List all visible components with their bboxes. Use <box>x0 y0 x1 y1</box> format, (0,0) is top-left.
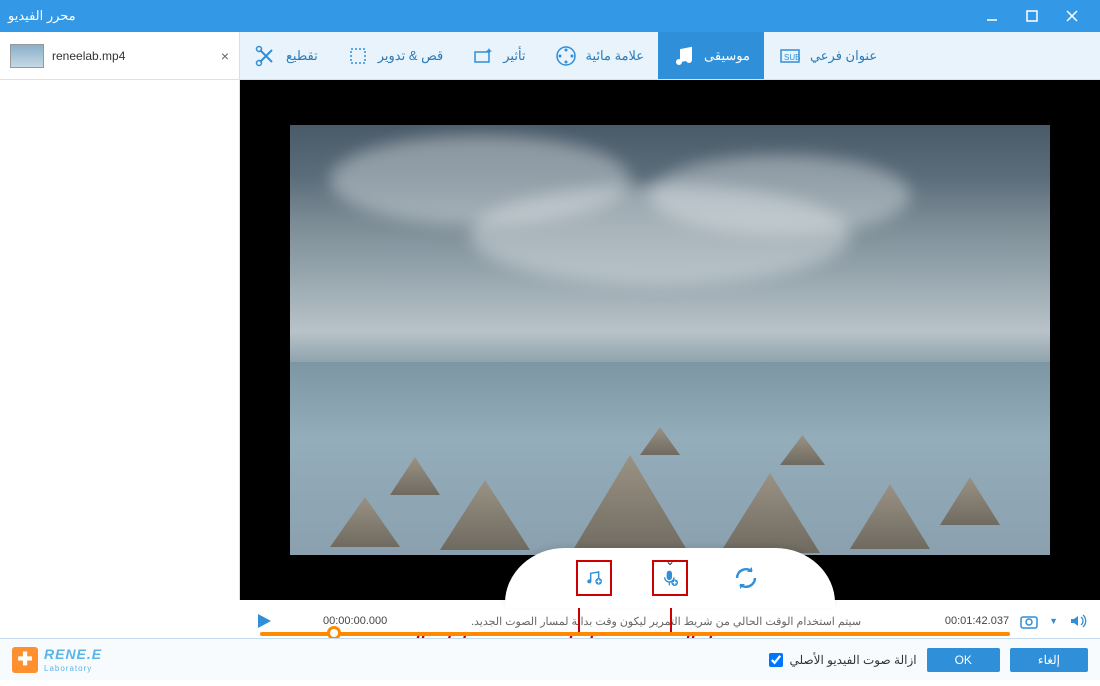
chevron-down-icon: ⌄ <box>665 554 675 568</box>
titlebar: محرر الفيديو <box>0 0 1100 32</box>
svg-text:SUB: SUB <box>784 53 800 62</box>
snapshot-button[interactable] <box>1019 611 1039 631</box>
maximize-button[interactable] <box>1012 0 1052 32</box>
refresh-button[interactable] <box>728 560 764 596</box>
add-music-button[interactable] <box>576 560 612 596</box>
window-title: محرر الفيديو <box>8 8 88 24</box>
main-area: مواد موسيقى ⌄ <box>0 80 1100 600</box>
reel-icon <box>554 44 578 68</box>
tool-music[interactable]: موسيقى <box>658 32 764 79</box>
brand-sub: Laboratory <box>44 664 102 673</box>
sidebar: مواد موسيقى <box>0 80 240 600</box>
file-close-button[interactable]: × <box>221 48 229 64</box>
sparkle-icon <box>471 44 495 68</box>
preview-area: ⌄ <box>240 80 1100 600</box>
tool-crop-rotate[interactable]: قص & تدوير <box>332 32 458 79</box>
remove-original-audio-checkbox[interactable]: ازالة صوت الفيديو الأصلي <box>769 653 916 667</box>
remove-original-audio-input[interactable] <box>769 653 783 667</box>
scissors-icon <box>254 44 278 68</box>
brand-name: RENE.E <box>44 646 102 662</box>
close-button[interactable] <box>1052 0 1092 32</box>
tool-cut[interactable]: تقطيع <box>240 32 332 79</box>
subtitle-icon: SUB <box>778 44 802 68</box>
tool-subtitle[interactable]: SUB عنوان فرعي <box>764 32 891 79</box>
timeline-hint: سيتم استخدام الوقت الحالي من شريط التمري… <box>397 615 935 628</box>
file-thumbnail <box>10 44 44 68</box>
cancel-button[interactable]: إلغاء <box>1010 648 1088 672</box>
tool-watermark[interactable]: علامة مائية <box>540 32 659 79</box>
footer: ✚ RENE.E Laboratory ازالة صوت الفيديو ال… <box>0 638 1100 680</box>
brand-logo: ✚ RENE.E Laboratory <box>12 646 102 673</box>
minimize-button[interactable] <box>972 0 1012 32</box>
logo-icon: ✚ <box>12 647 38 673</box>
tool-effect[interactable]: تأثير <box>457 32 539 79</box>
file-tab[interactable]: reneelab.mp4 × <box>0 32 240 79</box>
music-plus-icon <box>584 563 604 593</box>
crop-icon <box>346 44 370 68</box>
refresh-icon <box>731 563 761 593</box>
record-audio-button[interactable]: ⌄ <box>652 560 688 596</box>
audio-tray: ⌄ <box>505 548 835 608</box>
ok-button[interactable]: OK <box>927 648 1000 672</box>
music-icon <box>672 44 696 68</box>
file-name: reneelab.mp4 <box>52 49 229 63</box>
toolbar: reneelab.mp4 × تقطيع قص & تدوير تأثير عل… <box>0 32 1100 80</box>
time-end: 00:01:42.037 <box>945 615 1009 627</box>
video-preview[interactable] <box>290 125 1050 555</box>
play-button[interactable] <box>255 612 273 630</box>
snapshot-dropdown[interactable]: ▼ <box>1049 616 1058 626</box>
volume-button[interactable] <box>1068 611 1088 631</box>
